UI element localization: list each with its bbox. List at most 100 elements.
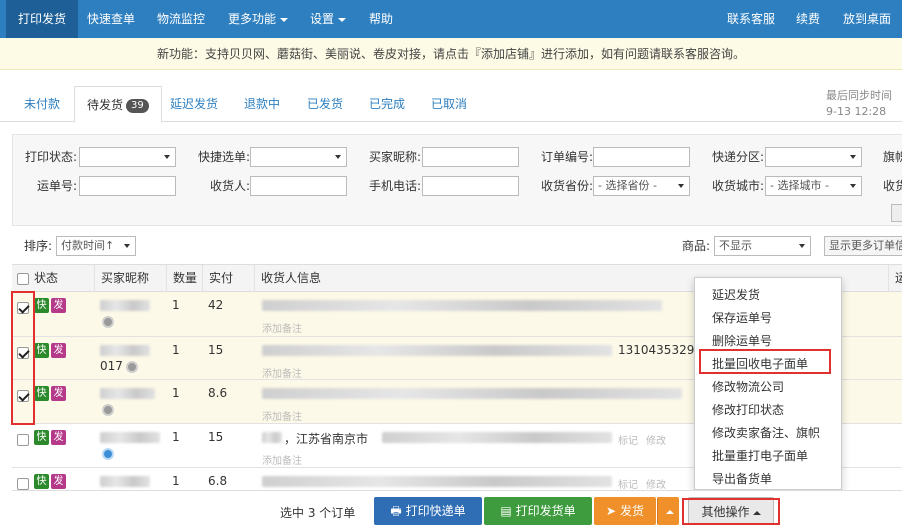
row-edit-link[interactable]: 修改 <box>646 476 666 491</box>
qty-value: 1 <box>172 430 180 444</box>
express-zone-label: 快递分区: <box>712 150 765 164</box>
express-zone-select[interactable] <box>765 147 862 167</box>
menu-change-print-status[interactable]: 修改打印状态 <box>712 401 784 418</box>
nav-quick-query[interactable]: 快速查单 <box>87 0 135 38</box>
ship-tag: 发 <box>51 343 66 358</box>
sort-select[interactable]: 付款时间↑ <box>56 236 136 256</box>
tab-refunding[interactable]: 退款中 <box>244 86 280 122</box>
nav-help[interactable]: 帮助 <box>369 0 393 38</box>
chat-icon[interactable] <box>102 316 114 328</box>
chat-icon[interactable] <box>126 361 138 373</box>
menu-delete-waybill[interactable]: 删除运单号 <box>712 332 772 349</box>
show-more-button[interactable]: 显示更多订单信 <box>824 236 902 256</box>
tab-shipped[interactable]: 已发货 <box>307 86 343 122</box>
order-tabs: 未付款 待发货 39 延迟发货 退款中 已发货 已完成 已取消 <box>0 86 902 123</box>
nav-contact-support[interactable]: 联系客服 <box>727 0 775 38</box>
col-receiver: 收货人信息 <box>254 265 321 292</box>
nav-settings[interactable]: 设置 <box>310 0 347 38</box>
add-note-link[interactable]: 添加备注 <box>262 452 302 467</box>
menu-item-highlight <box>699 349 831 374</box>
menu-delay-ship[interactable]: 延迟发货 <box>712 286 760 303</box>
city-select[interactable]: - 选择城市 - <box>765 176 862 196</box>
tab-pending-label: 待发货 <box>87 98 124 112</box>
ship-button[interactable]: ➤ 发货 <box>594 497 656 525</box>
add-note-link[interactable]: 添加备注 <box>262 408 302 423</box>
col-buyer: 买家昵称 <box>94 265 149 292</box>
ship-tag: 发 <box>51 386 66 401</box>
print-invoice-label: 打印发货单 <box>515 504 576 518</box>
receiver-label: 收货人: <box>210 179 251 193</box>
col-shipping: 运 <box>888 265 902 292</box>
row-mark-link[interactable]: 标记 <box>618 476 638 491</box>
menu-export-stock[interactable]: 导出备货单 <box>712 470 772 487</box>
chat-icon[interactable] <box>102 448 114 460</box>
menu-change-logistics[interactable]: 修改物流公司 <box>712 378 784 395</box>
qty-value: 1 <box>172 386 180 400</box>
waybill-label: 运单号: <box>37 179 78 193</box>
add-note-link[interactable]: 添加备注 <box>262 320 302 335</box>
menu-batch-reprint[interactable]: 批量重打电子面单 <box>712 447 808 464</box>
receiver-blurred <box>262 388 682 399</box>
sync-label: 最后同步时间 <box>826 89 892 102</box>
phone-label: 手机电话: <box>369 179 422 193</box>
tab-cancelled[interactable]: 已取消 <box>431 86 467 122</box>
tab-unpaid[interactable]: 未付款 <box>24 86 60 122</box>
menu-save-waybill[interactable]: 保存运单号 <box>712 309 772 326</box>
buyer-nick-tail: 017 <box>100 359 123 373</box>
row-checkbox[interactable] <box>17 478 29 490</box>
nav-settings-label: 设置 <box>310 12 335 26</box>
nav-more-features[interactable]: 更多功能 <box>228 0 289 38</box>
chat-icon[interactable] <box>102 404 114 416</box>
menu-edit-seller-note[interactable]: 修改卖家备注、旗帜 <box>712 424 820 441</box>
order-no-input[interactable] <box>593 147 690 167</box>
receiver-address: ，江苏省南京市 <box>284 432 369 446</box>
print-express-label: 打印快递单 <box>405 504 466 518</box>
nav-logistics[interactable]: 物流监控 <box>157 0 205 38</box>
nav-print-ship[interactable]: 打印发货 <box>6 0 79 38</box>
col-qty: 数量 <box>166 265 197 292</box>
more-filter-label: 收货 <box>883 179 902 193</box>
receiver-input[interactable] <box>250 176 347 196</box>
other-actions-menu: 延迟发货 保存运单号 删除运单号 批量回收电子面单 修改物流公司 修改打印状态 … <box>694 277 842 490</box>
goods-select[interactable]: 不显示 <box>714 236 811 256</box>
tab-delayed[interactable]: 延迟发货 <box>170 86 218 122</box>
quick-select-label: 快捷选单: <box>198 150 251 164</box>
waybill-input[interactable] <box>79 176 176 196</box>
ship-tag: 发 <box>51 298 66 313</box>
express-tag: 快 <box>34 298 49 313</box>
province-label: 收货省份: <box>541 179 594 193</box>
print-invoice-button[interactable]: ▤ 打印发货单 <box>484 497 592 525</box>
tab-pending-ship[interactable]: 待发货 39 <box>74 86 162 123</box>
print-express-button[interactable]: 🖶 打印快递单 <box>374 497 482 525</box>
buyer-nick-blurred <box>100 345 150 356</box>
nav-renew[interactable]: 续费 <box>796 0 820 38</box>
col-paid: 实付 <box>202 265 233 292</box>
province-select[interactable]: - 选择省份 - <box>593 176 690 196</box>
row-checkbox[interactable] <box>17 434 29 446</box>
nav-more-label: 更多功能 <box>228 12 277 26</box>
paid-value: 42 <box>208 298 224 312</box>
chevron-down-icon <box>280 17 289 22</box>
row-edit-link[interactable]: 修改 <box>646 432 666 447</box>
search-button[interactable] <box>891 204 902 222</box>
tab-completed[interactable]: 已完成 <box>369 86 405 122</box>
print-status-select[interactable] <box>79 147 176 167</box>
flag-label: 旗帜 <box>883 150 902 164</box>
express-tag: 快 <box>34 386 49 401</box>
buyer-nick-blurred <box>100 432 160 443</box>
nav-desktop[interactable]: 放到桌面 <box>843 0 891 38</box>
row-mark-link[interactable]: 标记 <box>618 432 638 447</box>
paid-value: 15 <box>208 343 224 357</box>
qty-value: 1 <box>172 474 180 488</box>
ship-dropdown-toggle[interactable] <box>657 497 679 525</box>
buyer-nick-label: 买家昵称: <box>369 150 422 164</box>
phone-input[interactable] <box>422 176 519 196</box>
send-icon: ➤ <box>605 504 617 518</box>
buyer-nick-blurred <box>100 476 150 487</box>
quick-select-select[interactable] <box>250 147 347 167</box>
buyer-nick-input[interactable] <box>422 147 519 167</box>
document-icon: ▤ <box>500 504 512 518</box>
buyer-nick-blurred <box>100 388 155 399</box>
order-no-label: 订单编号: <box>541 150 594 164</box>
add-note-link[interactable]: 添加备注 <box>262 365 302 380</box>
